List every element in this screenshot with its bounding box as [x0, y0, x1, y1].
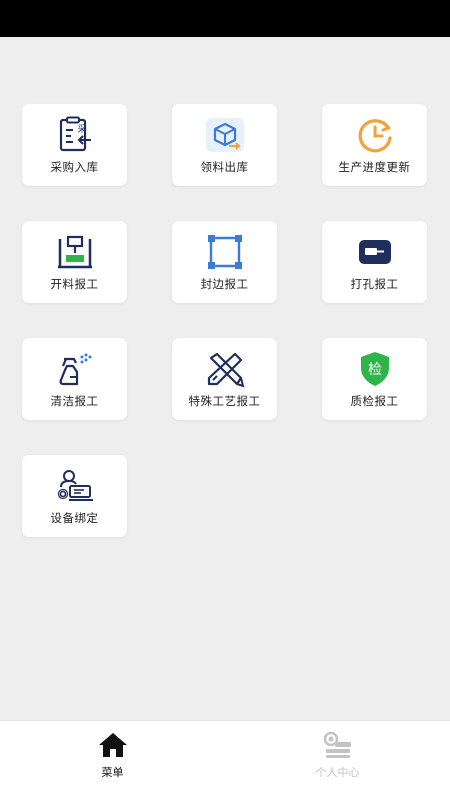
progress-update-icon — [355, 116, 395, 154]
tab-menu[interactable]: 菜单 — [0, 721, 225, 800]
menu-item-label: 清洁报工 — [50, 394, 99, 408]
device-binding-icon — [55, 467, 95, 505]
home-icon — [96, 731, 130, 759]
menu-item-label: 开料报工 — [50, 277, 99, 291]
menu-item-material-outbound[interactable]: 领料出库 — [172, 104, 277, 186]
menu-item-label: 采购入库 — [50, 160, 99, 174]
tab-label: 个人中心 — [315, 766, 360, 779]
menu-item-label: 特殊工艺报工 — [188, 394, 261, 408]
menu-item-cutting-report[interactable]: 开料报工 — [22, 221, 127, 303]
menu-item-cleaning-report[interactable]: 清洁报工 — [22, 338, 127, 420]
main-content: 采 采购入库 领料出库 生产进度更新 开料报工 封边报工 打孔报工 清洁报工 特… — [0, 37, 450, 720]
profile-icon — [321, 731, 355, 759]
menu-item-label: 打孔报工 — [350, 277, 399, 291]
menu-item-progress-update[interactable]: 生产进度更新 — [322, 104, 427, 186]
menu-item-label: 设备绑定 — [50, 511, 99, 525]
menu-item-label: 领料出库 — [200, 160, 249, 174]
svg-text:采: 采 — [77, 124, 86, 135]
menu-item-label: 封边报工 — [200, 277, 249, 291]
menu-item-label: 质检报工 — [350, 394, 399, 408]
cleaning-report-icon — [55, 350, 95, 388]
cutting-report-icon — [55, 233, 95, 271]
purchase-inbound-icon: 采 — [55, 116, 95, 154]
quality-inspection-icon: 检 — [355, 350, 395, 388]
menu-item-label: 生产进度更新 — [338, 160, 411, 174]
menu-item-edge-banding-report[interactable]: 封边报工 — [172, 221, 277, 303]
material-outbound-icon — [205, 116, 245, 154]
menu-item-device-binding[interactable]: 设备绑定 — [22, 455, 127, 537]
tab-label: 菜单 — [101, 766, 124, 779]
menu-item-special-process-report[interactable]: 特殊工艺报工 — [172, 338, 277, 420]
drilling-report-icon — [355, 233, 395, 271]
menu-item-quality-inspection[interactable]: 检 质检报工 — [322, 338, 427, 420]
tab-profile[interactable]: 个人中心 — [225, 721, 450, 800]
quality-badge-text: 检 — [368, 362, 382, 378]
special-process-report-icon — [205, 350, 245, 388]
status-bar — [0, 0, 450, 37]
bottom-tab-bar: 菜单 个人中心 — [0, 720, 450, 800]
menu-item-purchase-inbound[interactable]: 采 采购入库 — [22, 104, 127, 186]
edge-banding-report-icon — [205, 233, 245, 271]
menu-item-drilling-report[interactable]: 打孔报工 — [322, 221, 427, 303]
